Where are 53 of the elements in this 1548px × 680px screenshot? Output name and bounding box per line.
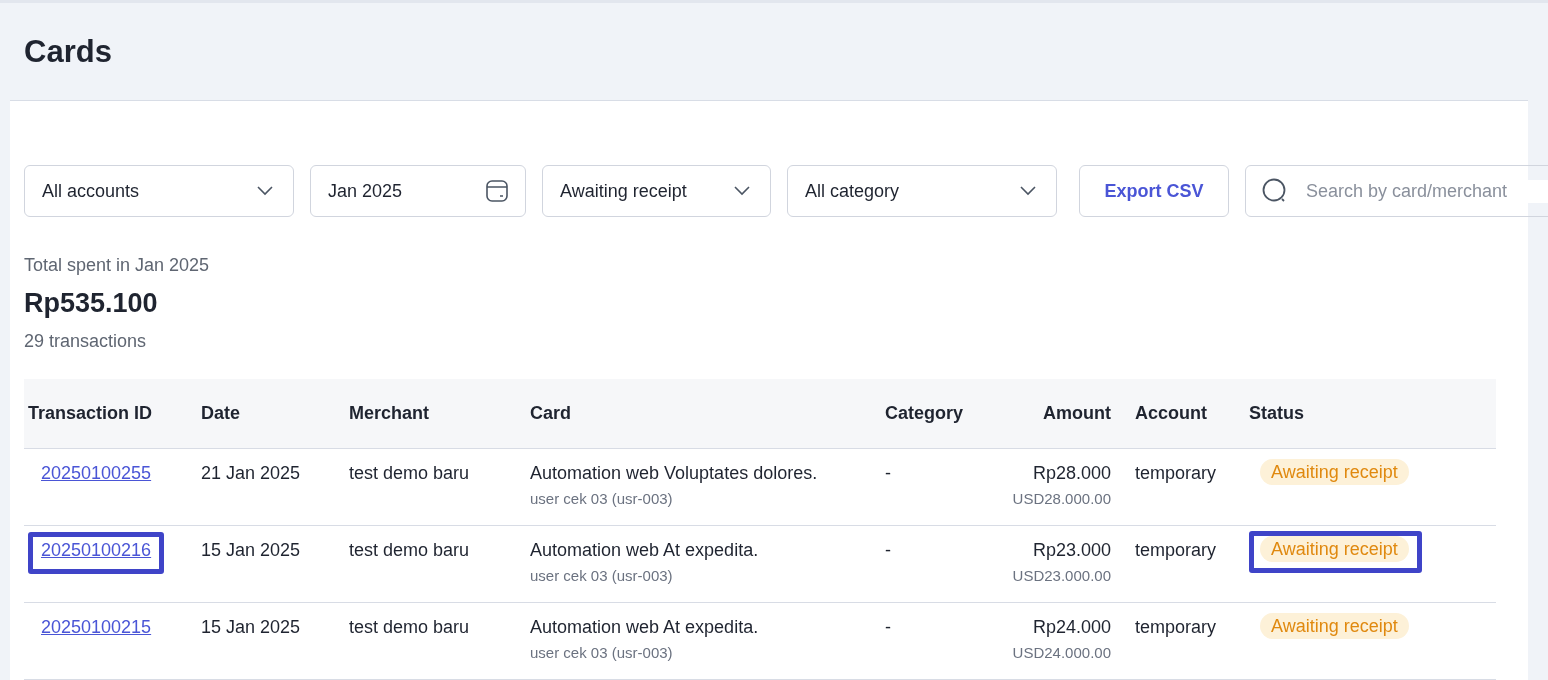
table-cell-text: Automation web Voluptates dolores. <box>530 463 819 484</box>
status-badge: Awaiting receipt <box>1260 536 1409 562</box>
table-cell-text: test demo baru <box>349 617 471 638</box>
filter-dropdown[interactable]: All accounts <box>24 165 294 217</box>
column-header: Account <box>1134 403 1208 424</box>
table-cell-text: test demo baru <box>349 540 471 561</box>
total-amount: Rp535.100 <box>24 288 159 319</box>
table-cell: Rp28.000 <box>1032 463 1111 484</box>
column-header: Date <box>200 403 241 424</box>
date-picker[interactable]: Jan 2025 <box>310 165 526 217</box>
card-user: user cek 03 (usr-003) <box>530 644 674 661</box>
filter-dropdown[interactable]: All category <box>787 165 1057 217</box>
transaction-link[interactable]: 20250100255 <box>41 463 152 483</box>
card-user: user cek 03 (usr-003) <box>530 490 674 507</box>
total-label: Total spent in Jan 2025 <box>24 255 211 276</box>
table-cell-text: Automation web At expedita. <box>530 617 760 638</box>
column-header: Merchant <box>348 403 430 424</box>
table-cell-text: temporary <box>1135 540 1218 561</box>
table-cell-text: temporary <box>1135 463 1218 484</box>
transaction-link[interactable]: 20250100215 <box>41 617 152 637</box>
export-button[interactable]: Export CSV <box>1079 165 1229 217</box>
table-cell: Rp24.000 <box>1032 617 1111 638</box>
table-cell-text: - <box>885 463 892 484</box>
usd-amount: USD28.000.00 <box>1012 490 1111 507</box>
table-cell-text: Automation web At expedita. <box>530 540 760 561</box>
transaction-link[interactable]: 20250100216 <box>41 540 152 560</box>
table-cell-text: temporary <box>1135 617 1218 638</box>
table-cell-text: test demo baru <box>349 463 471 484</box>
table-cell-text: - <box>885 617 892 638</box>
column-header: Transaction ID <box>27 403 154 424</box>
column-header: Status <box>1249 403 1305 424</box>
status-badge: Awaiting receipt <box>1260 459 1409 485</box>
usd-amount: USD23.000.00 <box>1012 567 1111 584</box>
column-header: Category <box>884 403 965 424</box>
filter-dropdown[interactable]: Awaiting receipt <box>542 165 771 217</box>
column-header: Card <box>529 403 572 424</box>
status-badge: Awaiting receipt <box>1260 613 1409 639</box>
chevron-down-icon <box>1020 186 1036 196</box>
search-icon <box>1262 178 1288 204</box>
usd-amount: USD24.000.00 <box>1012 644 1111 661</box>
table-cell-text: 15 Jan 2025 <box>201 540 302 561</box>
calendar-icon <box>485 179 509 203</box>
table-cell-text: 21 Jan 2025 <box>201 463 302 484</box>
table-cell: Rp23.000 <box>1032 540 1111 561</box>
table-cell-text: - <box>885 540 892 561</box>
table-cell-text: 15 Jan 2025 <box>201 617 302 638</box>
chevron-down-icon <box>257 186 273 196</box>
search-field[interactable]: Search by card/merchant <box>1245 165 1548 217</box>
transaction-count: 29 transactions <box>24 331 148 352</box>
page-title: Cards <box>24 33 112 70</box>
column-header: Amount <box>1042 403 1112 424</box>
card-user: user cek 03 (usr-003) <box>530 567 674 584</box>
chevron-down-icon <box>734 186 750 196</box>
